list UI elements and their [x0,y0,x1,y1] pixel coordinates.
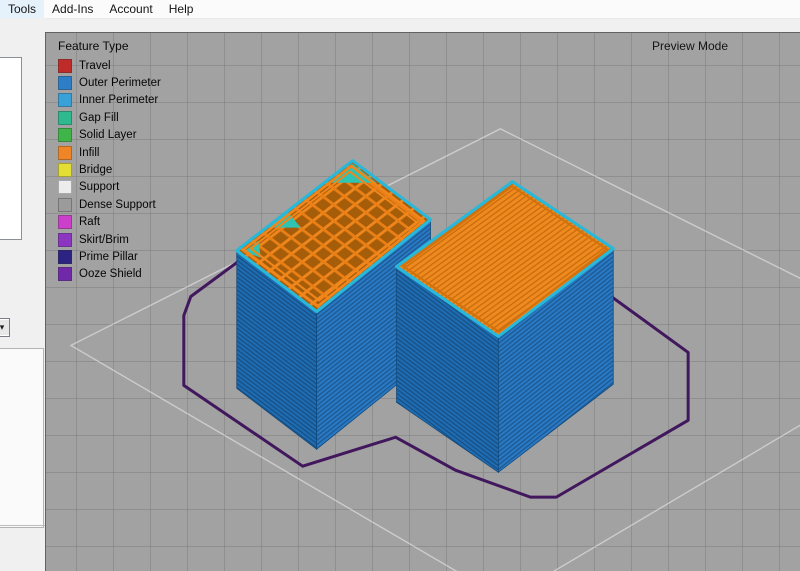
legend-item: Inner Perimeter [58,92,161,109]
preview-viewport[interactable]: Feature Type Travel Outer Perimeter [45,32,800,571]
legend-color-swatch [58,111,72,125]
legend-item-label: Infill [79,147,99,159]
legend-color-swatch [58,198,72,212]
app-window: Tools Add-Ins Account Help ▾ [0,0,800,571]
legend-color-swatch [58,163,72,177]
legend-item-label: Outer Perimeter [79,77,161,89]
menu-item[interactable]: Tools [0,0,44,18]
preview-mode-label: Preview Mode [652,39,728,53]
legend-item-label: Inner Perimeter [79,94,158,106]
legend-item: Support [58,179,161,196]
menu-item[interactable]: Help [161,0,202,18]
legend-color-swatch [58,76,72,90]
legend-item-label: Raft [79,216,100,228]
legend-item-label: Dense Support [79,199,156,211]
legend-item: Dense Support [58,196,161,213]
legend-color-swatch [58,146,72,160]
sidebar-divider [0,525,45,526]
sidebar-list-panel[interactable] [0,57,22,240]
legend-item-label: Skirt/Brim [79,234,129,246]
legend-items: Travel Outer Perimeter Inner Perimeter [58,57,161,283]
legend-color-swatch [58,59,72,73]
legend-item-label: Bridge [79,164,112,176]
legend-item-label: Support [79,181,119,193]
menu-bar: Tools Add-Ins Account Help [0,0,800,19]
legend-item: Travel [58,57,161,74]
legend-item: Prime Pillar [58,248,161,265]
feature-type-legend: Feature Type Travel Outer Perimeter [58,39,161,283]
legend-color-swatch [58,180,72,194]
legend-color-swatch [58,215,72,229]
left-sidebar: ▾ [0,18,45,571]
legend-item: Outer Perimeter [58,74,161,91]
chevron-down-icon: ▾ [0,320,9,335]
legend-color-swatch [58,233,72,247]
legend-item-label: Travel [79,60,111,72]
legend-color-swatch [58,250,72,264]
menu-item[interactable]: Account [101,0,160,18]
sidebar-panel [0,348,44,528]
legend-item-label: Prime Pillar [79,251,138,263]
legend-item: Bridge [58,161,161,178]
legend-item: Raft [58,214,161,231]
legend-item: Ooze Shield [58,266,161,283]
legend-color-swatch [58,93,72,107]
legend-item: Infill [58,144,161,161]
legend-item-label: Solid Layer [79,129,137,141]
legend-item: Solid Layer [58,127,161,144]
legend-item-label: Ooze Shield [79,268,142,280]
legend-color-swatch [58,267,72,281]
legend-title: Feature Type [58,39,161,53]
legend-color-swatch [58,128,72,142]
sidebar-dropdown[interactable]: ▾ [0,318,10,337]
legend-item-label: Gap Fill [79,112,119,124]
legend-item: Gap Fill [58,109,161,126]
legend-item: Skirt/Brim [58,231,161,248]
menu-item[interactable]: Add-Ins [44,0,101,18]
